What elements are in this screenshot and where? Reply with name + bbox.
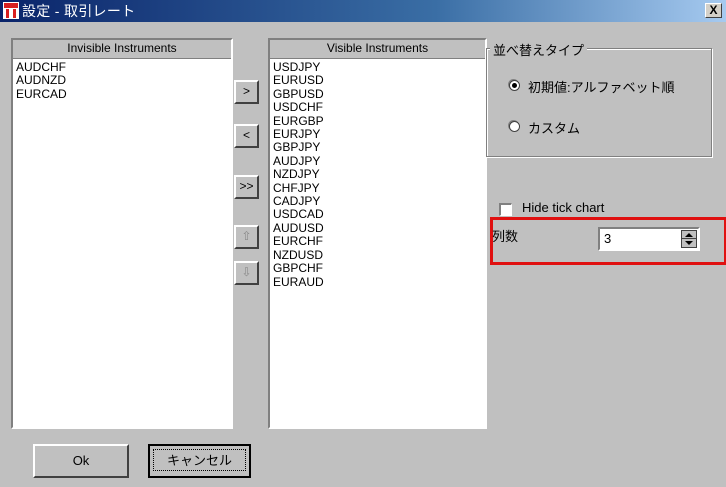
sort-default-label[interactable]: 初期値:アルファベット順 (528, 77, 674, 96)
visible-list-header[interactable]: Visible Instruments (270, 40, 485, 59)
list-item[interactable]: EURAUD (273, 275, 485, 289)
list-item[interactable]: EURUSD (273, 73, 485, 87)
spinner-buttons[interactable] (681, 230, 697, 248)
spinner-divider (682, 238, 696, 239)
columns-value[interactable]: 3 (604, 231, 611, 246)
list-item[interactable]: CADJPY (273, 194, 485, 208)
add-all-instruments-button[interactable]: >> (234, 175, 259, 199)
list-item[interactable]: NZDUSD (273, 248, 485, 262)
list-item[interactable]: EURCHF (273, 234, 485, 248)
visible-items: USDJPY EURUSD GBPUSD USDCHF EURGBP EURJPY GBPJ… (273, 60, 485, 289)
columns-label: 列数 (492, 229, 519, 244)
list-item[interactable]: USDCHF (273, 100, 485, 114)
sort-default-radio[interactable] (509, 80, 520, 91)
close-button[interactable]: X (705, 3, 722, 18)
title-bar[interactable]: 設定 - 取引レート X (0, 0, 726, 22)
spinner-down-icon[interactable] (685, 241, 693, 245)
app-icon (3, 2, 19, 19)
hide-tick-chart-label[interactable]: Hide tick chart (522, 200, 604, 215)
sort-custom-label[interactable]: カスタム (528, 118, 580, 137)
list-item[interactable]: EURJPY (273, 127, 485, 141)
ok-button[interactable]: Ok (33, 444, 129, 478)
move-down-button[interactable]: ⇩ (234, 261, 259, 285)
list-item[interactable]: USDJPY (273, 60, 485, 74)
list-item[interactable]: EURCAD (16, 87, 231, 101)
arrow-down-icon: ⇩ (241, 265, 252, 279)
hide-tick-chart-checkbox[interactable] (499, 203, 512, 216)
arrow-up-icon: ⇧ (241, 229, 252, 243)
list-item[interactable]: CHFJPY (273, 181, 485, 195)
list-item[interactable]: AUDJPY (273, 154, 485, 168)
sort-custom-radio[interactable] (509, 121, 520, 132)
list-item[interactable]: GBPCHF (273, 261, 485, 275)
list-item[interactable]: AUDUSD (273, 221, 485, 235)
visible-instruments-list[interactable]: Visible Instruments USDJPY EURUSD GBPUSD US… (268, 38, 487, 429)
sort-type-title: 並べ替えタイプ (490, 40, 588, 59)
sort-type-group (486, 48, 712, 157)
cancel-button-label: キャンセル (153, 449, 246, 471)
invisible-list-header[interactable]: Invisible Instruments (13, 40, 231, 59)
list-item[interactable]: USDCAD (273, 208, 485, 222)
list-item[interactable]: EURGBP (273, 114, 485, 128)
list-item[interactable]: GBPJPY (273, 141, 485, 155)
remove-instrument-button[interactable]: < (234, 124, 259, 148)
list-item[interactable]: AUDCHF (16, 60, 231, 74)
list-item[interactable]: AUDNZD (16, 73, 231, 87)
move-up-button[interactable]: ⇧ (234, 225, 259, 249)
cancel-button[interactable]: キャンセル (148, 444, 251, 478)
list-item[interactable]: GBPUSD (273, 87, 485, 101)
invisible-items: AUDCHF AUDNZD EURCAD (16, 60, 231, 101)
window-title: 設定 - 取引レート (22, 3, 136, 19)
invisible-instruments-list[interactable]: Invisible Instruments AUDCHF AUDNZD EURCAD (11, 38, 233, 429)
add-instrument-button[interactable]: > (234, 80, 259, 104)
list-item[interactable]: NZDJPY (273, 167, 485, 181)
spinner-up-icon[interactable] (685, 233, 693, 237)
columns-spinner[interactable]: 3 (598, 227, 700, 251)
radio-selected-dot (512, 83, 517, 88)
